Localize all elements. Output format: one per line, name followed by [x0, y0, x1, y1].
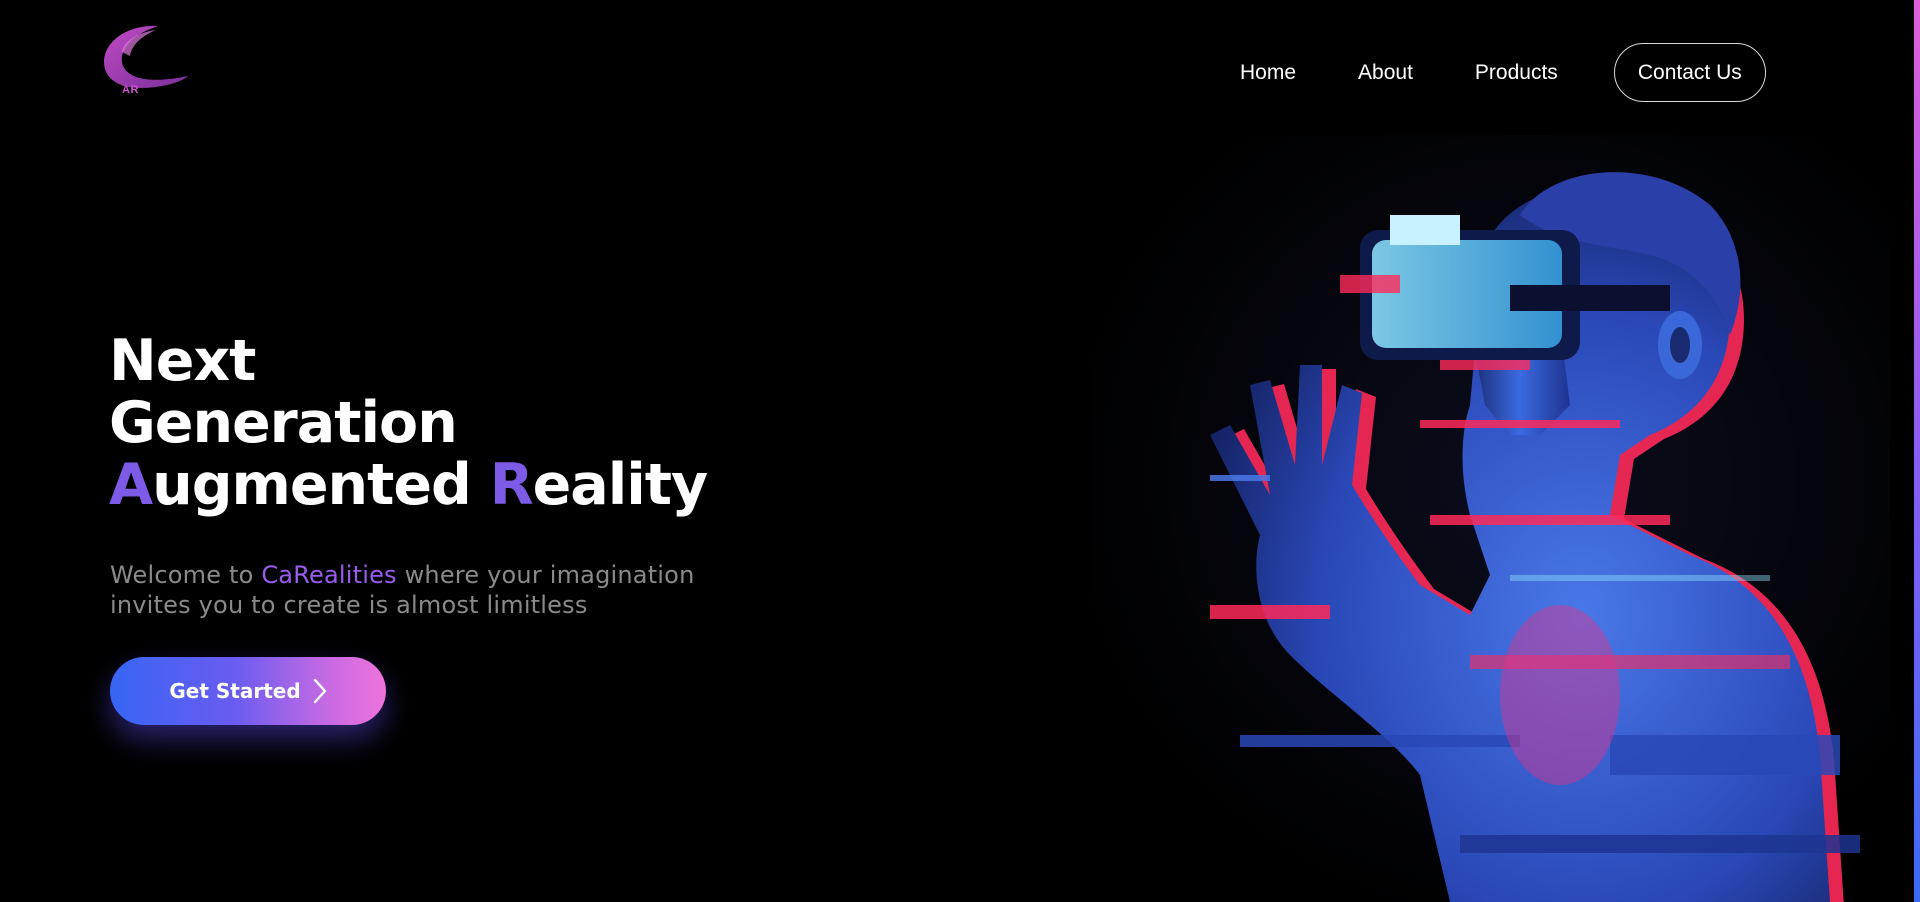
hero-subtitle: Welcome to CaRealities where your imagin… — [110, 560, 750, 620]
title-word-augmented: ugmented — [152, 452, 490, 518]
title-word-reality: eality — [532, 452, 709, 518]
nav-link-home[interactable]: Home — [1240, 61, 1296, 85]
subtitle-intro: Welcome to — [110, 561, 262, 589]
contact-us-button[interactable]: Contact Us — [1613, 43, 1766, 102]
logo-text: AR — [122, 84, 139, 96]
accent-letter-a: A — [109, 452, 153, 518]
main-nav: Home About Products Contact Us — [1240, 43, 1766, 102]
nav-link-about[interactable]: About — [1358, 61, 1413, 85]
brand-name: CaRealities — [261, 561, 397, 589]
hero-title-line-1: Next — [109, 328, 256, 394]
chevron-right-icon — [313, 678, 326, 704]
hero-title: Next Generation Augmented Reality — [109, 330, 809, 516]
accent-letter-r: R — [489, 452, 534, 518]
landing-page: AR Home About Products Contact Us Next G… — [0, 0, 1920, 902]
get-started-label: Get Started — [169, 679, 301, 703]
nav-link-products[interactable]: Products — [1475, 61, 1558, 85]
logo-icon[interactable] — [100, 22, 196, 100]
hero-title-line-3: Augmented Reality — [109, 454, 809, 516]
get-started-button[interactable]: Get Started — [110, 657, 386, 725]
hero-title-line-2: Generation — [109, 390, 458, 456]
page-scrollbar[interactable] — [1914, 0, 1920, 902]
hero-vr-person-image — [1090, 135, 1890, 902]
